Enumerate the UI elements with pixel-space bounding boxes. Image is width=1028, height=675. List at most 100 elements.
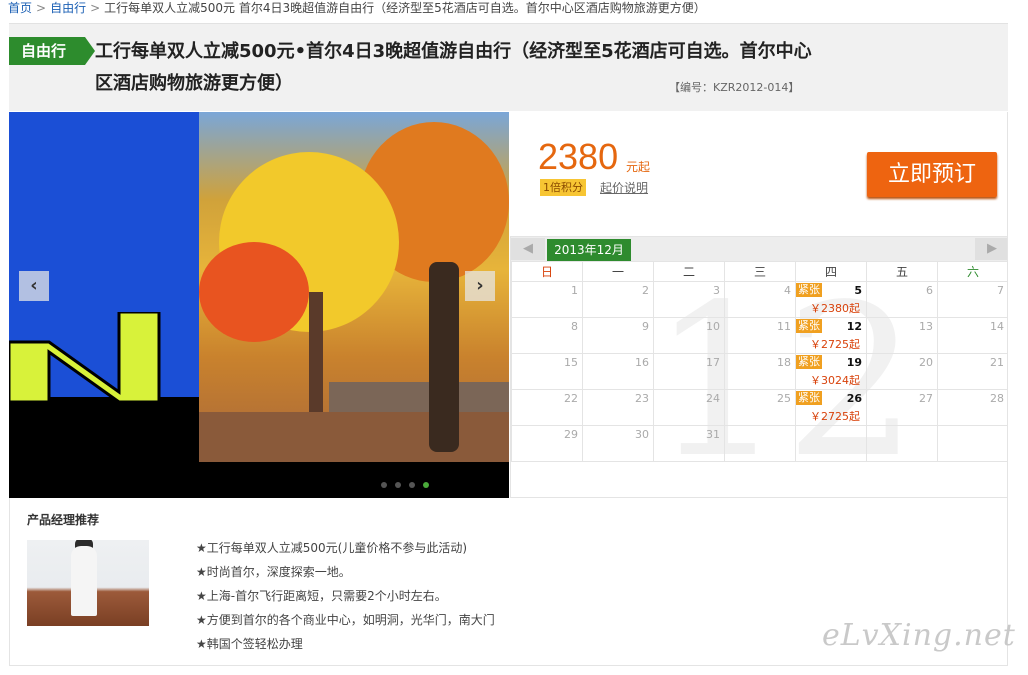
calendar-weekday: 一 xyxy=(582,261,654,282)
calendar-day-cell: 28 xyxy=(937,389,1007,426)
calendar-day-number: 3 xyxy=(713,284,720,297)
calendar-month-label: 2013年12月 xyxy=(547,239,631,261)
site-watermark: eLvXing.net xyxy=(822,618,1016,653)
calendar-day-cell: 16 xyxy=(582,353,654,390)
recommendation-title: 产品经理推荐 xyxy=(27,513,100,527)
calendar-day-cell: 30 xyxy=(582,425,654,462)
calendar-day-number: 21 xyxy=(990,356,1004,369)
price-panel: 2380 元起 1倍积分 起价说明 立即预订 xyxy=(510,112,1008,236)
calendar-day-cell[interactable]: 26 紧张 ￥2725起 xyxy=(795,389,867,426)
calendar-day-cell: 14 xyxy=(937,317,1007,354)
breadcrumb-separator-icon: > xyxy=(36,1,47,15)
calendar-weekday: 三 xyxy=(724,261,796,282)
calendar-day-number: 28 xyxy=(990,392,1004,405)
calendar-day-number: 20 xyxy=(919,356,933,369)
calendar-day-number: 22 xyxy=(564,392,578,405)
calendar-day-number: 26 xyxy=(846,392,862,405)
calendar-day-cell[interactable]: 19 紧张 ￥3024起 xyxy=(795,353,867,390)
calendar-weekday: 日 xyxy=(511,261,583,282)
calendar-day-number: 8 xyxy=(571,320,578,333)
gallery-pagination xyxy=(381,477,437,491)
calendar-day-price[interactable]: ￥3024起 xyxy=(810,372,860,388)
calendar-day-number: 6 xyxy=(926,284,933,297)
calendar-prev-month-icon[interactable]: ◀ xyxy=(511,238,545,260)
price-unit: 元起 xyxy=(626,160,651,174)
calendar-day-number: 13 xyxy=(919,320,933,333)
calendar-day-number: 16 xyxy=(635,356,649,369)
calendar-day-cell[interactable]: 5 紧张 ￥2380起 xyxy=(795,281,867,318)
calendar-day-cell: 22 xyxy=(511,389,583,426)
calendar-day-cell: 31 xyxy=(653,425,725,462)
calendar-day-cell: 3 xyxy=(653,281,725,318)
calendar-day-number: 2 xyxy=(642,284,649,297)
calendar-day-cell: 23 xyxy=(582,389,654,426)
calendar-day-number: 19 xyxy=(846,356,862,369)
product-type-tag: 自由行 xyxy=(9,37,95,65)
calendar-day-cell: 11 xyxy=(724,317,796,354)
calendar-day-number: 7 xyxy=(997,284,1004,297)
breadcrumb-home-link[interactable]: 首页 xyxy=(8,1,32,15)
calendar-day-price[interactable]: ￥2380起 xyxy=(810,300,860,316)
gallery-dot[interactable] xyxy=(409,482,415,488)
calendar-day-cell: 24 xyxy=(653,389,725,426)
gallery-next-button[interactable]: › xyxy=(465,271,495,301)
calendar-day-number: 11 xyxy=(777,320,791,333)
calendar-weekday: 四 xyxy=(795,261,867,282)
calendar-day-cell: 13 xyxy=(866,317,938,354)
yellow-sign-graphic xyxy=(9,312,161,402)
calendar-day-cell: 10 xyxy=(653,317,725,354)
calendar-day-cell xyxy=(866,425,938,462)
calendar-day-cell: 8 xyxy=(511,317,583,354)
calendar-header: ◀ 2013年12月 ▶ xyxy=(511,237,1007,261)
recommendation-item: ★方便到首尔的各个商业中心，如明洞，光华门，南大门 xyxy=(196,613,495,627)
calendar-day-number: 5 xyxy=(854,284,862,297)
calendar-day-cell: 9 xyxy=(582,317,654,354)
calendar-day-cell: 1 xyxy=(511,281,583,318)
calendar-day-cell[interactable]: 12 紧张 ￥2725起 xyxy=(795,317,867,354)
breadcrumb: 首页 > 自由行 > 工行每单双人立减500元 首尔4日3晚超值游自由行（经济型至5花酒… xyxy=(8,0,706,18)
book-now-button[interactable]: 立即预订 xyxy=(867,152,997,197)
starting-price: 2380 xyxy=(538,136,619,177)
calendar-day-number: 1 xyxy=(571,284,578,297)
breadcrumb-current: 工行每单双人立减500元 首尔4日3晚超值游自由行（经济型至5花酒店可自选。首尔… xyxy=(104,1,706,15)
breadcrumb-category-link[interactable]: 自由行 xyxy=(50,1,86,15)
calendar-day-number: 27 xyxy=(919,392,933,405)
autumn-tree-photo xyxy=(199,112,509,462)
availability-badge: 紧张 xyxy=(796,391,822,405)
recommendation-item: ★韩国个签轻松办理 xyxy=(196,637,303,651)
calendar-day-cell: 18 xyxy=(724,353,796,390)
image-gallery[interactable]: ‹ › xyxy=(9,112,509,498)
calendar-day-number: 18 xyxy=(777,356,791,369)
calendar-day-price[interactable]: ￥2725起 xyxy=(810,336,860,352)
gallery-dot[interactable] xyxy=(381,482,387,488)
gallery-dot[interactable] xyxy=(423,482,429,488)
availability-badge: 紧张 xyxy=(796,319,822,333)
calendar-weekday: 五 xyxy=(866,261,938,282)
recommendation-list: ★工行每单双人立减500元(儿童价格不参与此活动) ★时尚首尔，深度探索一地。 ★上… xyxy=(196,536,495,656)
breadcrumb-separator-icon: > xyxy=(90,1,101,15)
recommendation-item: ★上海-首尔飞行距离短，只需要2个小时左右。 xyxy=(196,589,447,603)
calendar-day-price[interactable]: ￥2725起 xyxy=(810,408,860,424)
gallery-prev-button[interactable]: ‹ xyxy=(19,271,49,301)
calendar-day-cell xyxy=(724,425,796,462)
calendar-day-number: 31 xyxy=(706,428,720,441)
calendar-day-cell: 6 xyxy=(866,281,938,318)
calendar-day-cell: 15 xyxy=(511,353,583,390)
calendar-day-number: 9 xyxy=(642,320,649,333)
calendar-day-cell: 20 xyxy=(866,353,938,390)
gallery-dot[interactable] xyxy=(395,482,401,488)
calendar-day-number: 24 xyxy=(706,392,720,405)
recommendation-item: ★时尚首尔，深度探索一地。 xyxy=(196,565,351,579)
calendar-day-number: 25 xyxy=(777,392,791,405)
calendar-grid: 日一二三四五六 1 2 3 4 5 紧张 ￥2380起 6 7 8 9 10 11 12 紧张 ￥2725起 1… xyxy=(511,261,1007,462)
product-title-box: 自由行 工行每单双人立减500元•首尔4日3晚超值游自由行（经济型至5花酒店可自… xyxy=(9,23,1008,111)
departure-calendar: 12 ◀ 2013年12月 ▶ 日一二三四五六 1 2 3 4 5 紧张 ￥2380起 6 7 8… xyxy=(510,236,1008,498)
points-badge: 1倍积分 xyxy=(540,179,586,196)
price-note-link[interactable]: 起价说明 xyxy=(600,179,648,196)
calendar-next-month-icon[interactable]: ▶ xyxy=(975,238,1007,260)
calendar-day-number: 23 xyxy=(635,392,649,405)
recommendation-item: ★工行每单双人立减500元(儿童价格不参与此活动) xyxy=(196,541,468,555)
calendar-day-cell: 29 xyxy=(511,425,583,462)
calendar-day-cell: 17 xyxy=(653,353,725,390)
calendar-day-cell xyxy=(937,425,1007,462)
